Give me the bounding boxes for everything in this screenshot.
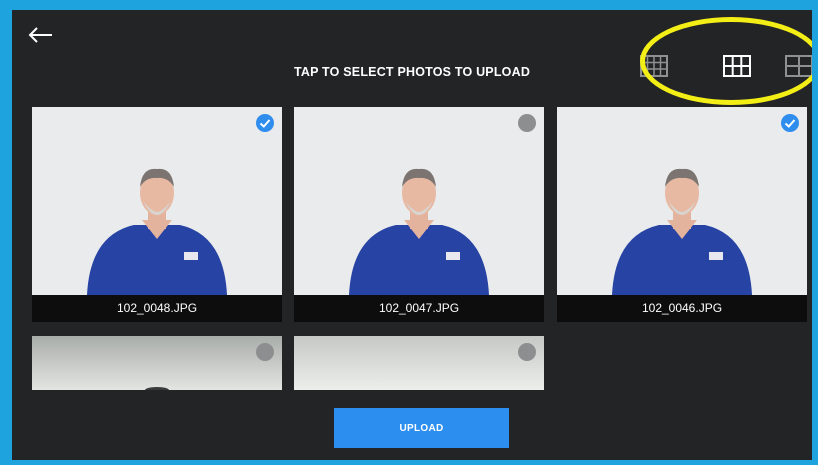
photo-upload-screen: TAP TO SELECT PHOTOS TO UPLOAD 102_0048.… bbox=[12, 10, 812, 460]
photo-card[interactable]: 102_0048.JPG bbox=[32, 107, 282, 322]
selection-check-icon[interactable] bbox=[518, 114, 536, 132]
back-button[interactable] bbox=[26, 24, 56, 46]
photo-filename: 102_0048.JPG bbox=[32, 295, 282, 322]
grid-medium-icon bbox=[723, 55, 751, 77]
grid-medium-button[interactable] bbox=[722, 53, 752, 79]
grid-large-icon bbox=[785, 55, 812, 77]
grid-small-icon bbox=[640, 55, 668, 77]
checkmark-icon bbox=[784, 119, 796, 128]
photo-thumbnail bbox=[294, 107, 544, 295]
page-title: TAP TO SELECT PHOTOS TO UPLOAD bbox=[293, 65, 531, 79]
photo-thumbnail bbox=[557, 107, 807, 295]
checkmark-icon bbox=[259, 119, 271, 128]
photo-thumbnail bbox=[32, 336, 282, 390]
selection-check-icon[interactable] bbox=[518, 343, 536, 361]
photo-card[interactable]: 102_0046.JPG bbox=[557, 107, 807, 322]
selection-check-icon[interactable] bbox=[256, 114, 274, 132]
upload-button[interactable]: UPLOAD bbox=[334, 408, 509, 448]
photo-card[interactable] bbox=[294, 336, 544, 390]
photo-card[interactable] bbox=[32, 336, 282, 390]
photo-filename: 102_0047.JPG bbox=[294, 295, 544, 322]
selection-check-icon[interactable] bbox=[256, 343, 274, 361]
grid-large-button[interactable] bbox=[784, 53, 812, 79]
selection-check-icon[interactable] bbox=[781, 114, 799, 132]
photo-card[interactable]: 102_0047.JPG bbox=[294, 107, 544, 322]
photo-thumbnail bbox=[294, 336, 544, 390]
grid-small-button[interactable] bbox=[639, 53, 669, 79]
arrow-left-icon bbox=[28, 27, 52, 43]
photo-thumbnail bbox=[32, 107, 282, 295]
photo-filename: 102_0046.JPG bbox=[557, 295, 807, 322]
